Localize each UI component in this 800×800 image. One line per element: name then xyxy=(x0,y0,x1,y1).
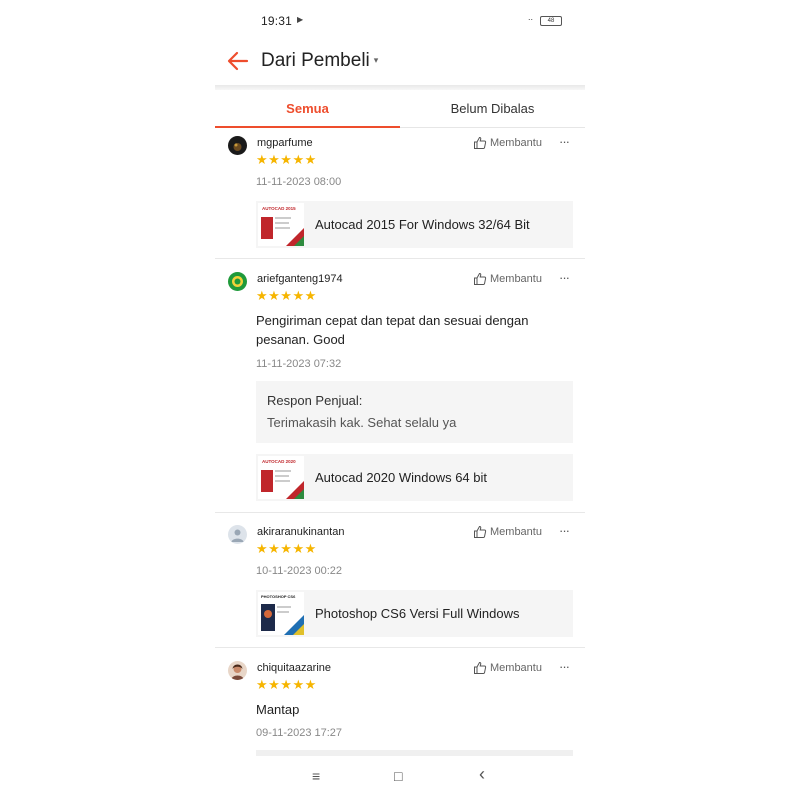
review-date: 11-11-2023 07:32 xyxy=(256,358,342,370)
battery-icon: 48 xyxy=(540,16,562,26)
product-thumbnail: AUTOCAD 2020 xyxy=(258,456,304,499)
home-icon[interactable]: □ xyxy=(394,768,402,784)
product-card[interactable]: AUTOCAD 2020 Autocad 2020 Windows 64 bit xyxy=(256,454,573,501)
avatar[interactable] xyxy=(228,136,247,155)
thumbs-up-icon xyxy=(474,661,487,674)
product-thumbnail: PHOTOSHOP CS6 xyxy=(258,592,304,635)
review-date: 11-11-2023 08:00 xyxy=(256,176,342,188)
star-rating: ★★★★★ xyxy=(256,541,317,556)
seller-response-label: Respon Penjual: xyxy=(267,393,363,408)
review-comment: Mantap xyxy=(256,702,300,717)
product-name: Autocad 2020 Windows 64 bit xyxy=(315,470,487,485)
product-card[interactable]: PHOTOSHOP CS6 Photoshop CS6 Versi Full W… xyxy=(256,590,573,637)
tab-semua[interactable]: Semua xyxy=(215,90,400,128)
product-thumbnail: AUTOCAD 2015 xyxy=(258,203,304,246)
page-title[interactable]: Dari Pembeli ▾ xyxy=(261,50,378,72)
reviewer-username[interactable]: chiquitaazarine xyxy=(257,662,331,674)
back-button[interactable] xyxy=(225,48,251,74)
back-nav-icon[interactable]: ‹ xyxy=(479,764,485,785)
helpful-label: Membantu xyxy=(490,662,542,674)
chevron-down-icon: ▾ xyxy=(373,55,379,65)
system-nav-bar: ≡ □ ‹ xyxy=(215,764,585,792)
more-options-icon[interactable]: ··· xyxy=(559,659,570,674)
app-header: Dari Pembeli ▾ xyxy=(215,40,585,86)
helpful-label: Membantu xyxy=(490,273,542,285)
reviewer-username[interactable]: akiraranukinantan xyxy=(257,526,344,538)
reviewer-username[interactable]: ariefganteng1974 xyxy=(257,273,343,285)
review-divider xyxy=(215,647,585,648)
thumb-title: AUTOCAD 2015 xyxy=(262,206,296,211)
helpful-button[interactable]: Membantu xyxy=(473,661,542,675)
helpful-button[interactable]: Membantu xyxy=(473,272,542,286)
thumbs-up-icon xyxy=(474,272,487,285)
seller-response: Respon Penjual: Terimakasih kak. Sehat s… xyxy=(256,381,573,443)
signal-icon: .. xyxy=(528,12,534,22)
review-comment-line: pesanan. Good xyxy=(256,332,345,347)
app-screen: 19:31 ▶ .. 48 Dari Pembeli ▾ Semua Belum … xyxy=(215,0,585,800)
tab-bar: Semua Belum Dibalas xyxy=(215,90,585,128)
review-date: 09-11-2023 17:27 xyxy=(256,727,343,739)
product-name: Autocad 2015 For Windows 32/64 Bit xyxy=(315,217,530,232)
product-name: Photoshop CS6 Versi Full Windows xyxy=(315,606,520,621)
product-card[interactable]: AUTOCAD 2015 Autocad 2015 For Windows 32… xyxy=(256,201,573,248)
thumbs-up-icon xyxy=(474,136,487,149)
review-date: 10-11-2023 00:22 xyxy=(256,565,343,577)
status-time: 19:31 xyxy=(261,14,293,28)
thumb-title: PHOTOSHOP CS6 xyxy=(261,594,296,599)
review-comment-line: Pengiriman cepat dan tepat dan sesuai de… xyxy=(256,313,529,328)
more-options-icon[interactable]: ··· xyxy=(559,134,570,149)
reviewer-username[interactable]: mgparfume xyxy=(257,137,313,149)
star-rating: ★★★★★ xyxy=(256,288,317,303)
more-options-icon[interactable]: ··· xyxy=(559,270,570,285)
star-rating: ★★★★★ xyxy=(256,152,317,167)
tab-belum-dibalas[interactable]: Belum Dibalas xyxy=(400,90,585,128)
page-title-text: Dari Pembeli xyxy=(261,50,370,71)
menu-icon[interactable]: ≡ xyxy=(312,768,320,784)
avatar[interactable] xyxy=(228,661,247,680)
product-card-partial[interactable] xyxy=(256,750,573,756)
more-options-icon[interactable]: ··· xyxy=(559,523,570,538)
star-rating: ★★★★★ xyxy=(256,677,317,692)
status-bar: 19:31 ▶ .. 48 xyxy=(215,10,585,32)
seller-response-text: Terimakasih kak. Sehat selalu ya xyxy=(267,415,457,430)
helpful-label: Membantu xyxy=(490,137,542,149)
review-divider xyxy=(215,512,585,513)
review-comment: Pengiriman cepat dan tepat dan sesuai de… xyxy=(256,311,556,349)
avatar[interactable] xyxy=(228,272,247,291)
review-divider xyxy=(215,258,585,259)
thumb-title: AUTOCAD 2020 xyxy=(262,459,296,464)
play-icon: ▶ xyxy=(297,15,304,24)
arrow-left-icon xyxy=(227,51,249,71)
helpful-button[interactable]: Membantu xyxy=(473,136,542,150)
helpful-button[interactable]: Membantu xyxy=(473,525,542,539)
thumbs-up-icon xyxy=(474,525,487,538)
helpful-label: Membantu xyxy=(490,526,542,538)
avatar[interactable] xyxy=(228,525,247,544)
